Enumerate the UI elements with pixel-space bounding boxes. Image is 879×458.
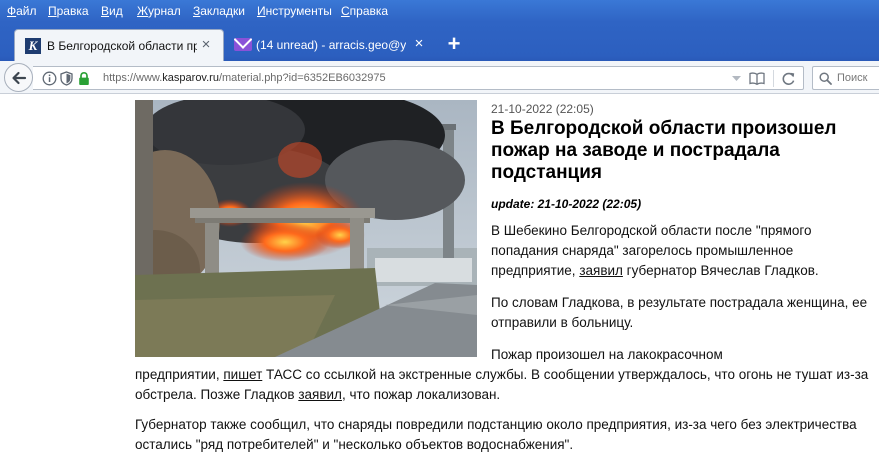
fire-photo [135,100,477,357]
reader-view-icon[interactable] [749,72,765,85]
lock-icon[interactable] [78,71,90,86]
article-paragraph-2: По словам Гладкова, в результате пострад… [491,295,868,330]
menu-bookmarks[interactable]: Закладки [193,4,245,18]
browser-chrome: Файл Правка Вид Журнал Закладки Инструме… [0,0,879,94]
tab-title: (14 unread) - arracis.geo@ya... [256,38,406,52]
tab-kasparov[interactable]: K В Белгородской области пр... × [14,29,224,61]
menu-file[interactable]: Файл [7,4,37,18]
new-tab-button[interactable]: + [443,31,465,57]
url-text[interactable]: https://www.kasparov.ru/material.php?id=… [103,72,386,85]
back-arrow-icon [12,71,27,85]
search-icon [819,72,832,85]
info-icon[interactable] [42,71,57,86]
article-paragraph-1: В Шебекино Белгородской области после "п… [491,223,819,278]
menu-help[interactable]: Справка [341,4,388,18]
navigation-toolbar: https://www.kasparov.ru/material.php?id=… [0,61,879,94]
article-paragraph-3: предприятии, пишет ТАСС со ссылкой на эк… [135,367,869,402]
tab-title: В Белгородской области пр... [47,39,197,53]
source-link[interactable]: заявил [579,263,623,278]
article-paragraph-3-start: Пожар произошел на лакокрасочном [491,347,723,362]
reload-icon[interactable] [781,71,796,86]
url-divider [773,70,774,87]
tab-mail[interactable]: (14 unread) - arracis.geo@ya... × [224,29,436,61]
article-paragraph-4: Губернатор также сообщил, что снаряды по… [135,417,857,452]
back-button[interactable] [4,63,33,92]
menu-history[interactable]: Журнал [137,4,181,18]
search-placeholder: Поиск [837,72,868,84]
source-link[interactable]: заявил [298,387,342,402]
factory-fire-image [135,100,477,357]
menu-edit[interactable]: Правка [48,4,89,18]
search-input[interactable]: Поиск [812,66,879,90]
article-date: 21-10-2022 (22:05) [491,102,594,116]
article-update: update: 21-10-2022 (22:05) [491,197,642,211]
close-icon[interactable]: × [199,37,213,53]
chevron-down-icon[interactable] [731,75,742,83]
menu-view[interactable]: Вид [101,4,123,18]
tass-link[interactable]: пишет [223,367,262,382]
menu-tools[interactable]: Инструменты [257,4,332,18]
mail-envelope-icon [234,38,252,51]
menu-bar: Файл Правка Вид Журнал Закладки Инструме… [0,0,879,22]
article-title: В Белгородской области произошел пожар н… [491,118,837,183]
close-icon[interactable]: × [412,36,426,52]
url-bar[interactable]: https://www.kasparov.ru/material.php?id=… [33,66,804,90]
shield-icon[interactable] [60,71,73,86]
kasparov-k-icon: K [25,38,41,54]
